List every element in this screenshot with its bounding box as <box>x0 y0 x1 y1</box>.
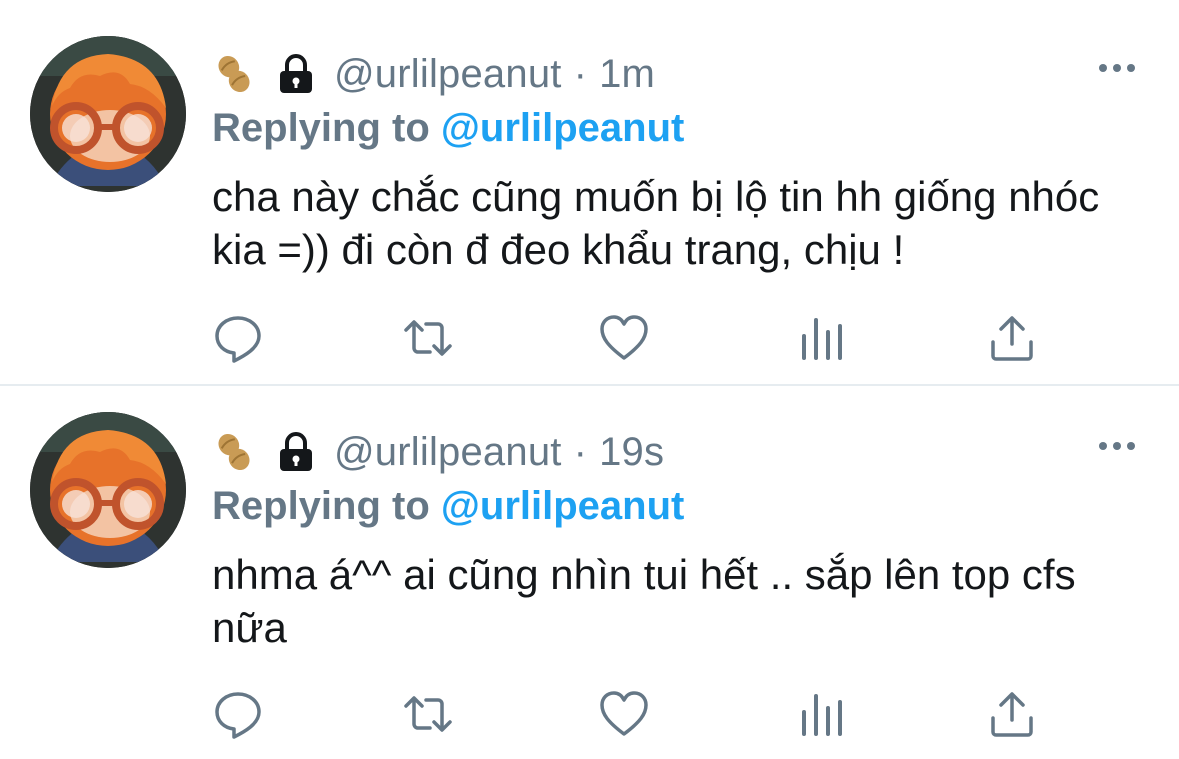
retweet-button[interactable] <box>402 312 454 364</box>
separator: · <box>573 51 588 96</box>
like-button[interactable] <box>598 688 650 740</box>
timestamp[interactable]: 1m <box>599 52 655 97</box>
analytics-icon <box>802 318 842 360</box>
more-options-icon[interactable] <box>1097 438 1137 454</box>
tweet-header: @urlilpeanut · 1m <box>212 44 655 104</box>
separator: · <box>573 429 588 474</box>
mention-link[interactable]: @urlilpeanut <box>441 484 684 528</box>
retweet-icon <box>404 696 452 732</box>
tweet-text: nhma á^^ ai cũng nhìn tui hết .. sắp lên… <box>212 551 1076 651</box>
retweet-button[interactable] <box>402 688 454 740</box>
reply-button[interactable] <box>212 688 264 740</box>
user-handle[interactable]: @urlilpeanut <box>334 52 562 97</box>
avatar[interactable] <box>30 36 186 192</box>
lock-icon <box>280 54 312 93</box>
share-icon <box>991 316 1033 361</box>
reply-icon <box>215 692 261 739</box>
avatar-image <box>30 36 186 192</box>
like-icon <box>600 315 648 360</box>
share-icon <box>991 692 1033 737</box>
like-icon <box>600 691 648 736</box>
retweet-icon <box>404 320 452 356</box>
analytics-button[interactable] <box>796 312 848 364</box>
like-button[interactable] <box>598 312 650 364</box>
user-handle[interactable]: @urlilpeanut <box>334 430 562 475</box>
replying-label: Replying to <box>212 106 430 150</box>
peanut-icon <box>218 433 250 471</box>
mention-link[interactable]: @urlilpeanut <box>441 106 684 150</box>
timestamp[interactable]: 19s <box>599 430 664 475</box>
tweet-header: @urlilpeanut · 19s <box>212 422 664 482</box>
action-bar <box>212 312 1042 364</box>
tweet[interactable]: @urlilpeanut · 1m Replying to @urlilpean… <box>0 0 1179 384</box>
more-options-icon[interactable] <box>1097 60 1137 76</box>
replying-to: Replying to @urlilpeanut <box>212 106 684 151</box>
analytics-icon <box>802 694 842 736</box>
lock-icon <box>280 432 312 471</box>
share-button[interactable] <box>986 312 1038 364</box>
analytics-button[interactable] <box>796 688 848 740</box>
share-button[interactable] <box>986 688 1038 740</box>
tweet-text: cha này chắc cũng muốn bị lộ tin hh giốn… <box>212 173 1100 273</box>
peanut-icon <box>218 55 250 93</box>
reply-icon <box>215 316 261 363</box>
avatar[interactable] <box>30 412 186 568</box>
reply-button[interactable] <box>212 312 264 364</box>
action-bar <box>212 688 1042 740</box>
replying-label: Replying to <box>212 484 430 528</box>
avatar-image <box>30 412 186 568</box>
tweet[interactable]: @urlilpeanut · 19s Replying to @urlilpea… <box>0 386 1179 759</box>
replying-to: Replying to @urlilpeanut <box>212 484 684 529</box>
